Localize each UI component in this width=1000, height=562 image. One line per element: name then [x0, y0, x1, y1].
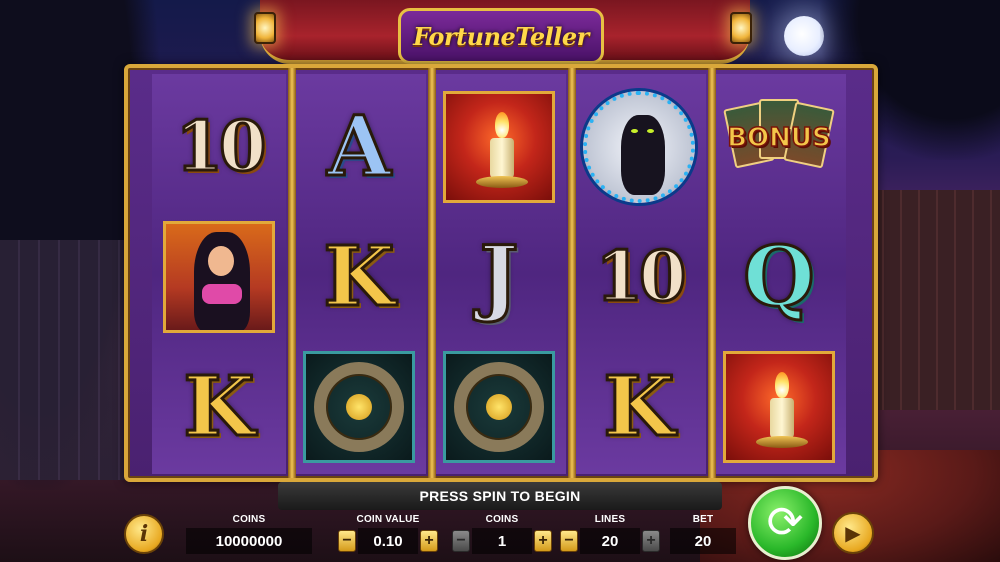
- message-banner: PRESS SPIN TO BEGIN: [278, 482, 722, 510]
- symbol-letter: K: [182, 359, 256, 455]
- lines-increase-button[interactable]: +: [642, 530, 660, 552]
- moon: [784, 16, 824, 56]
- lines-value: 20: [580, 528, 640, 554]
- coin-value-label: COIN VALUE: [356, 514, 420, 525]
- bonus-label: BONUS: [726, 122, 831, 154]
- spin-refresh-icon: ⟳: [766, 497, 804, 548]
- reel-divider: [428, 68, 436, 478]
- lines-decrease-button[interactable]: −: [560, 530, 578, 552]
- symbol-a: A: [298, 86, 420, 208]
- symbol-zodiac-wheel: [438, 346, 560, 468]
- zodiac-wheel-icon: [443, 351, 555, 463]
- symbol-q: Q: [718, 216, 840, 338]
- reel-2: AK: [292, 74, 426, 474]
- symbol-letter: 10: [174, 107, 268, 187]
- symbol-letter: K: [602, 359, 676, 455]
- candle-icon: [443, 91, 555, 203]
- symbol-bonus: BONUS: [718, 86, 840, 208]
- black-cat-icon: [583, 91, 695, 203]
- symbol-letter: J: [478, 229, 520, 325]
- reel-1: 10 K: [152, 74, 286, 474]
- coins-balance: COINS 10000000: [186, 514, 312, 554]
- info-button[interactable]: i: [124, 514, 164, 554]
- spin-button[interactable]: ⟳: [748, 486, 822, 560]
- coin-value-increase-button[interactable]: +: [420, 530, 438, 552]
- coins-balance-value: 10000000: [186, 528, 312, 554]
- lantern-left: [254, 12, 276, 44]
- coin-value-decrease-button[interactable]: −: [338, 530, 356, 552]
- symbol-letter: 10: [594, 237, 688, 317]
- symbol-k: K: [158, 346, 280, 468]
- coins-balance-label: COINS: [232, 514, 266, 525]
- symbol-j: J: [438, 216, 560, 338]
- lantern-right: [730, 12, 752, 44]
- symbol-candle: [438, 86, 560, 208]
- bet-display: BET 20: [670, 514, 736, 554]
- game-logo-text: FortuneTeller: [413, 21, 589, 51]
- game-logo: FortuneTeller: [398, 8, 604, 64]
- autoplay-button[interactable]: ▶: [832, 512, 874, 554]
- symbol-10: 10: [578, 216, 700, 338]
- bet-value: 20: [670, 528, 736, 554]
- reel-divider: [568, 68, 576, 478]
- control-bar: PRESS SPIN TO BEGIN i COINS 10000000 COI…: [0, 478, 1000, 562]
- coins-per-line-control: COINS − 1 +: [452, 514, 552, 554]
- bet-label: BET: [692, 514, 714, 525]
- coin-value-value: 0.10: [358, 528, 418, 554]
- symbol-dancer: [158, 216, 280, 338]
- coin-value-control: COIN VALUE − 0.10 +: [336, 514, 440, 554]
- game-scene: FortuneTeller 10 K AK J 10 K BONUS Q PRESS …: [0, 0, 1000, 562]
- dancer-icon: [163, 221, 275, 333]
- candle-icon: [723, 351, 835, 463]
- symbol-black-cat: [578, 86, 700, 208]
- symbol-zodiac-wheel: [298, 346, 420, 468]
- coins-decrease-button[interactable]: −: [452, 530, 470, 552]
- reel-3: J: [432, 74, 566, 474]
- symbol-letter: A: [326, 99, 393, 195]
- coins-per-line-label: COINS: [485, 514, 519, 525]
- reel-divider: [288, 68, 296, 478]
- zodiac-wheel-icon: [303, 351, 415, 463]
- reel-divider: [708, 68, 716, 478]
- symbol-candle: [718, 346, 840, 468]
- symbol-letter: K: [322, 229, 396, 325]
- lines-control: LINES − 20 +: [560, 514, 660, 554]
- coins-per-line-value: 1: [472, 528, 532, 554]
- bonus-cards-icon: BONUS: [723, 91, 835, 203]
- symbol-10: 10: [158, 86, 280, 208]
- info-icon: i: [139, 521, 149, 547]
- lines-label: LINES: [594, 514, 626, 525]
- symbol-k: K: [578, 346, 700, 468]
- symbol-k: K: [298, 216, 420, 338]
- reel-5: BONUS Q: [712, 74, 846, 474]
- coins-increase-button[interactable]: +: [534, 530, 552, 552]
- symbol-letter: Q: [742, 229, 816, 325]
- reels-frame: 10 K AK J 10 K BONUS Q: [124, 64, 878, 482]
- autoplay-icon: ▶: [845, 521, 861, 545]
- reel-4: 10 K: [572, 74, 706, 474]
